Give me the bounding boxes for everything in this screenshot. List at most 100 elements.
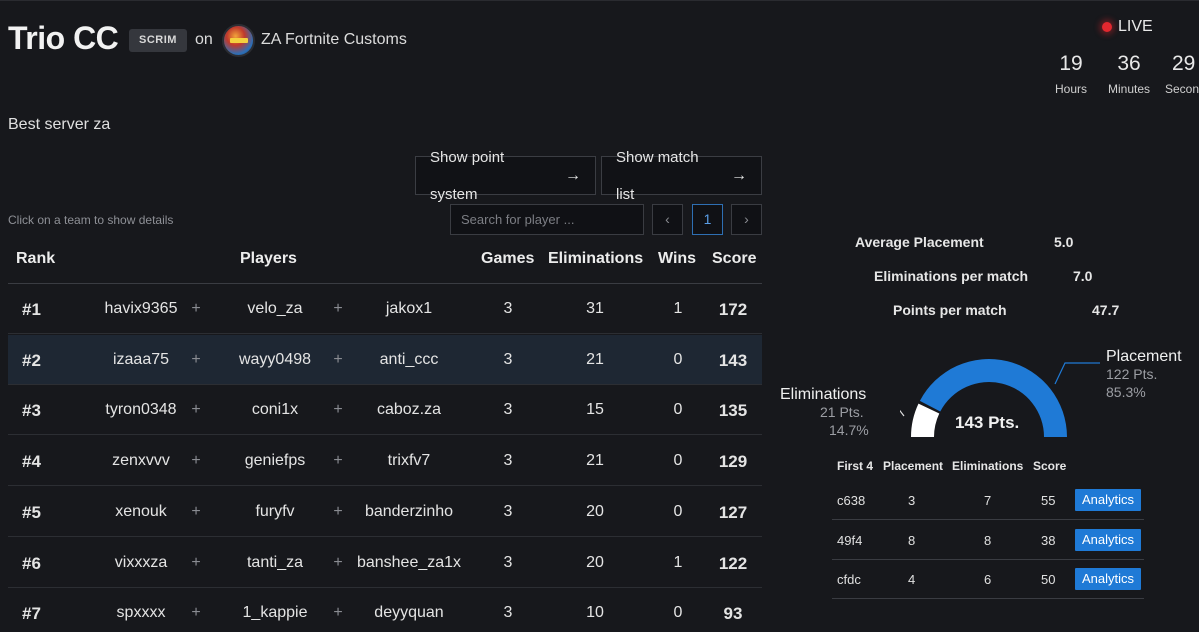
player-name: banderzinho [364, 502, 454, 520]
plus-separator: + [191, 604, 201, 622]
team-wins: 0 [673, 401, 683, 419]
countdown-hours-label: Hours [1054, 82, 1087, 96]
prev-page-button[interactable]: ‹ [652, 204, 683, 235]
gauge-placement-label: Placement [1106, 348, 1182, 365]
header-eliminations: Eliminations [548, 250, 644, 267]
match-id: c638 [837, 493, 866, 508]
elims-per-match-value: 7.0 [1073, 268, 1093, 284]
team-score: 135 [718, 401, 748, 421]
arrow-right-icon: → [731, 167, 747, 184]
plus-separator: + [191, 350, 201, 368]
player-name: havix9365 [104, 300, 178, 317]
points-per-match-value: 47.7 [1092, 302, 1120, 318]
plus-separator: + [333, 604, 343, 622]
team-score: 172 [718, 300, 748, 319]
header-games: Games [481, 250, 535, 267]
show-match-list-button[interactable]: Show match list → [601, 149, 762, 203]
team-score: 143 [718, 350, 748, 370]
team-eliminations: 15 [586, 401, 604, 419]
avg-placement-value: 5.0 [1054, 234, 1074, 250]
team-wins: 0 [673, 350, 683, 368]
show-point-system-button[interactable]: Show point system → [415, 149, 596, 203]
analytics-button[interactable]: Analytics [1075, 489, 1141, 511]
player-name: vixxxza [114, 553, 168, 571]
player-name: deyyquan [374, 604, 444, 622]
team-row[interactable]: #1 havix9365 + velo_za + jakox1 3 31 1 172 [8, 284, 762, 334]
elims-leader-line [900, 409, 905, 417]
team-rank: #6 [22, 553, 41, 573]
team-rank: #7 [22, 604, 41, 624]
team-row[interactable]: #2 izaaa75 + wayy0498 + anti_ccc 3 21 0 143 [8, 334, 762, 385]
org-name-link[interactable]: ZA Fortnite Customs [261, 31, 407, 49]
countdown-hours: 19 Hours [1046, 52, 1096, 96]
match-placement: 4 [908, 572, 916, 587]
team-games: 3 [503, 401, 513, 419]
on-label: on [195, 31, 213, 48]
team-wins: 0 [673, 502, 683, 520]
team-games: 3 [503, 452, 513, 470]
match-placement: 3 [908, 493, 916, 508]
team-rank: #3 [22, 401, 41, 421]
team-games: 3 [503, 553, 513, 571]
player-name: tyron0348 [105, 401, 177, 419]
match-eliminations: 6 [984, 572, 992, 587]
next-page-button[interactable]: › [731, 204, 762, 235]
match-placement: 8 [908, 532, 916, 548]
team-games: 3 [503, 350, 513, 368]
match-score: 50 [1041, 572, 1056, 587]
header-rank: Rank [16, 250, 56, 267]
team-row[interactable]: #6 vixxxza + tanti_za + banshee_za1x 3 20 1 122 [8, 538, 762, 588]
team-row[interactable]: #4 zenxvvv + geniefps + trixfv7 3 21 0 129 [8, 436, 762, 487]
placement-leader-line-2 [1054, 362, 1090, 385]
player-name: izaaa75 [112, 350, 170, 368]
analytics-button[interactable]: Analytics [1075, 568, 1141, 590]
header-wins: Wins [658, 250, 697, 267]
match-id: 49f4 [837, 532, 863, 548]
countdown-seconds: 29 Seconds [1162, 52, 1199, 96]
match-header-score: Score [1033, 459, 1067, 473]
gauge-elims-pct: 14.7% [829, 422, 869, 438]
match-row: 49f4 8 8 38 Analytics [832, 520, 1144, 560]
plus-separator: + [333, 553, 343, 571]
match-header-id: First 4 [837, 459, 874, 473]
plus-separator: + [191, 401, 201, 419]
player-name: furyfv [255, 502, 295, 520]
plus-separator: + [333, 350, 343, 368]
team-row[interactable]: #5 xenouk + furyfv + banderzinho 3 20 0 127 [8, 487, 762, 537]
plus-separator: + [333, 502, 343, 520]
team-eliminations: 21 [586, 350, 604, 368]
scrim-description: Best server za [8, 116, 111, 133]
match-id: cfdc [837, 572, 861, 587]
page-1-button[interactable]: 1 [692, 204, 723, 235]
team-eliminations: 10 [586, 604, 604, 622]
elims-per-match-label: Eliminations per match [874, 268, 1029, 284]
header-players: Players [240, 250, 297, 267]
arrow-right-icon: → [565, 167, 581, 184]
countdown-minutes-value: 36 [1117, 52, 1141, 75]
team-eliminations: 20 [586, 502, 604, 520]
plus-separator: + [333, 452, 343, 470]
top-divider [0, 0, 1199, 1]
countdown-seconds-value: 29 [1172, 52, 1196, 75]
countdown-hours-value: 19 [1059, 52, 1083, 75]
gauge-elims-pts: 21 Pts. [820, 404, 864, 420]
team-wins: 0 [673, 452, 683, 470]
player-name: coni1x [251, 401, 299, 419]
countdown-seconds-label: Seconds [1165, 82, 1199, 96]
plus-separator: + [333, 300, 343, 317]
live-indicator: LIVE [1102, 18, 1153, 36]
header-score: Score [712, 250, 757, 267]
player-name: trixfv7 [387, 452, 431, 470]
match-score: 55 [1041, 493, 1056, 508]
player-search-input[interactable]: Search for player ... [450, 204, 644, 235]
analytics-button[interactable]: Analytics [1075, 528, 1141, 551]
player-name: xenouk [115, 502, 167, 520]
team-rank: #1 [22, 300, 41, 319]
team-wins: 1 [673, 553, 683, 571]
team-row[interactable]: #3 tyron0348 + coni1x + caboz.za 3 15 0 135 [8, 385, 762, 436]
team-games: 3 [503, 604, 513, 622]
org-logo[interactable] [222, 24, 255, 57]
team-wins: 1 [673, 300, 683, 317]
team-row[interactable]: #7 spxxxx +1_kappie + deyyquan 3 10 0 93 [8, 588, 762, 632]
plus-separator: + [191, 300, 201, 317]
